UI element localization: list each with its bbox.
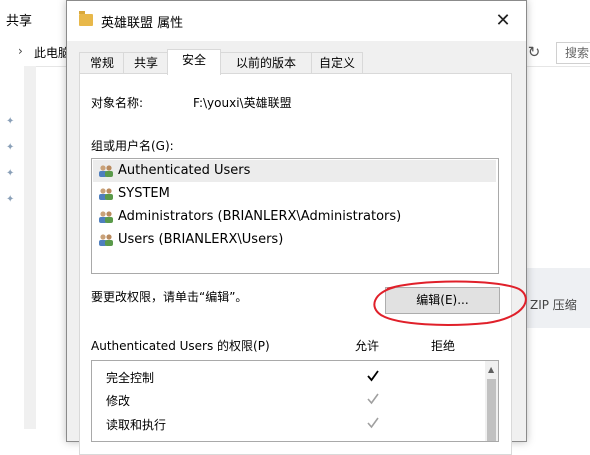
allow-check-icon: [367, 370, 379, 382]
object-name-value: F:\youxi\英雄联盟: [193, 96, 292, 110]
deny-column-header: 拒绝: [431, 339, 456, 353]
users-group-icon: [99, 188, 113, 200]
breadcrumb[interactable]: 此电脑: [34, 44, 70, 61]
chevron-right-icon: ›: [18, 44, 23, 58]
explorer-scrollbar[interactable]: [24, 66, 36, 429]
quick-access-pane: ✦ ✦ ✦ ✦: [0, 66, 24, 429]
pin-icon: ✦: [6, 194, 15, 205]
tab-security[interactable]: 安全: [167, 49, 221, 75]
permissions-label: Authenticated Users 的权限(P): [91, 339, 270, 353]
user-label: SYSTEM: [118, 186, 170, 201]
users-group-icon: [99, 211, 113, 223]
permissions-list[interactable]: 完全控制 修改 读取和执行 ▲: [91, 360, 499, 442]
list-item[interactable]: Authenticated Users: [93, 160, 496, 182]
close-icon: ✕: [495, 10, 511, 31]
annotation-circle: [373, 280, 527, 326]
user-label: Authenticated Users: [118, 163, 251, 178]
explorer-share-tab[interactable]: 共享: [6, 10, 32, 29]
user-label: Users (BRIANLERX\Users): [118, 232, 284, 247]
tab-general[interactable]: 常规: [79, 52, 125, 74]
permission-name: 修改: [106, 394, 131, 408]
user-label: Administrators (BRIANLERX\Administrators…: [118, 209, 402, 224]
allow-check-icon: [367, 417, 379, 429]
folder-icon: [79, 11, 93, 26]
pin-icon: ✦: [6, 116, 15, 127]
dialog-titlebar[interactable]: 英雄联盟 属性 ✕: [67, 1, 526, 41]
close-button[interactable]: ✕: [487, 7, 519, 35]
permission-name: 读取和执行: [106, 418, 167, 432]
list-item[interactable]: Users (BRIANLERX\Users): [93, 229, 496, 251]
permissions-scrollbar[interactable]: ▲: [485, 361, 498, 441]
scroll-up-icon[interactable]: ▲: [488, 365, 494, 374]
file-type-text: ZIP 压缩: [530, 298, 577, 312]
search-input[interactable]: 搜索: [556, 42, 590, 64]
object-name-label: 对象名称:: [91, 96, 144, 110]
tab-previous-versions[interactable]: 以前的版本: [219, 52, 313, 74]
allow-column-header: 允许: [355, 339, 380, 353]
edit-hint-text: 要更改权限，请单击“编辑”。: [91, 290, 248, 304]
tab-customize[interactable]: 自定义: [311, 52, 363, 74]
tab-sharing[interactable]: 共享: [123, 52, 169, 74]
list-item[interactable]: SYSTEM: [93, 183, 496, 205]
users-group-icon: [99, 165, 113, 177]
allow-check-icon: [367, 393, 379, 405]
pin-icon: ✦: [6, 168, 15, 179]
users-list[interactable]: Authenticated Users SYSTEM Administrator…: [91, 158, 499, 274]
properties-dialog: 英雄联盟 属性 ✕ 常规 共享 安全 以前的版本 自定义 对象名称: F:\yo…: [66, 0, 527, 455]
scroll-thumb[interactable]: [487, 379, 496, 441]
permission-name: 完全控制: [106, 371, 155, 385]
group-users-label: 组或用户名(G):: [91, 139, 174, 153]
pin-icon: ✦: [6, 142, 15, 153]
refresh-icon[interactable]: ↻: [524, 42, 544, 62]
users-group-icon: [99, 234, 113, 246]
list-item[interactable]: Administrators (BRIANLERX\Administrators…: [93, 206, 496, 228]
dialog-title: 英雄联盟 属性: [101, 16, 184, 31]
